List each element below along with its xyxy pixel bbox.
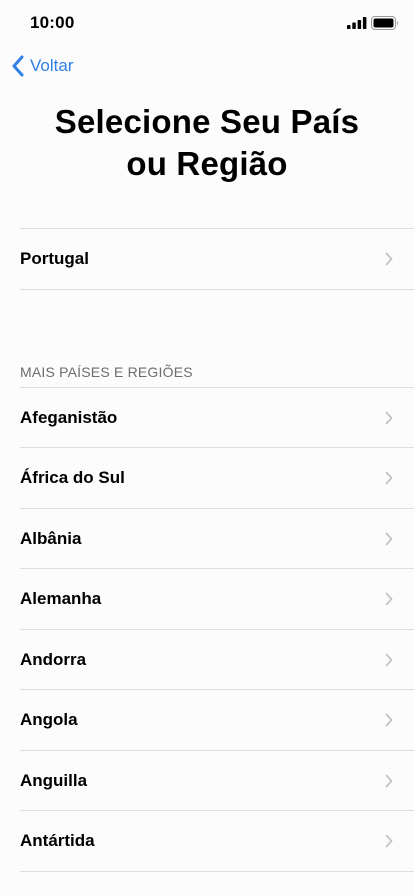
divider [20,289,414,290]
status-time: 10:00 [30,13,75,32]
country-row[interactable]: Andorra [0,630,414,690]
country-label: Afeganistão [20,408,118,427]
page-title: Selecione Seu País ou Região [30,101,384,185]
country-row[interactable]: Angola [0,690,414,750]
country-label: Alemanha [20,589,102,608]
chevron-right-icon [385,592,393,606]
cellular-signal-icon [347,17,367,29]
chevron-right-icon [385,252,393,266]
back-label: Voltar [30,56,74,75]
country-label: Anguilla [20,771,88,790]
status-bar: 10:00 [0,0,414,44]
country-label: Angola [20,710,78,729]
region-label: Portugal [20,249,89,268]
region-row-portugal[interactable]: Portugal [0,229,414,289]
country-row[interactable]: Anguilla [0,751,414,811]
chevron-right-icon [385,471,393,485]
chevron-left-icon [12,55,24,77]
country-row[interactable]: África do Sul [0,448,414,508]
divider [20,871,414,872]
back-button[interactable]: Voltar [12,54,73,78]
country-label: Albânia [20,529,82,548]
country-label: Antártida [20,831,95,850]
country-label: África do Sul [20,468,125,487]
chevron-right-icon [385,834,393,848]
chevron-right-icon [385,653,393,667]
section-header: MAIS PAÍSES E REGIÕES [20,364,193,380]
country-row[interactable]: Afeganistão [0,388,414,448]
chevron-right-icon [385,713,393,727]
chevron-right-icon [385,411,393,425]
country-row[interactable]: Albânia [0,509,414,569]
page-title-line-1: Selecione Seu País [54,103,360,140]
country-row[interactable]: Antártida [0,811,414,871]
chevron-right-icon [385,774,393,788]
country-label: Andorra [20,650,87,669]
battery-icon [371,16,398,30]
chevron-right-icon [385,532,393,546]
page-title-line-2: ou Região [126,145,288,182]
country-row[interactable]: Alemanha [0,569,414,629]
